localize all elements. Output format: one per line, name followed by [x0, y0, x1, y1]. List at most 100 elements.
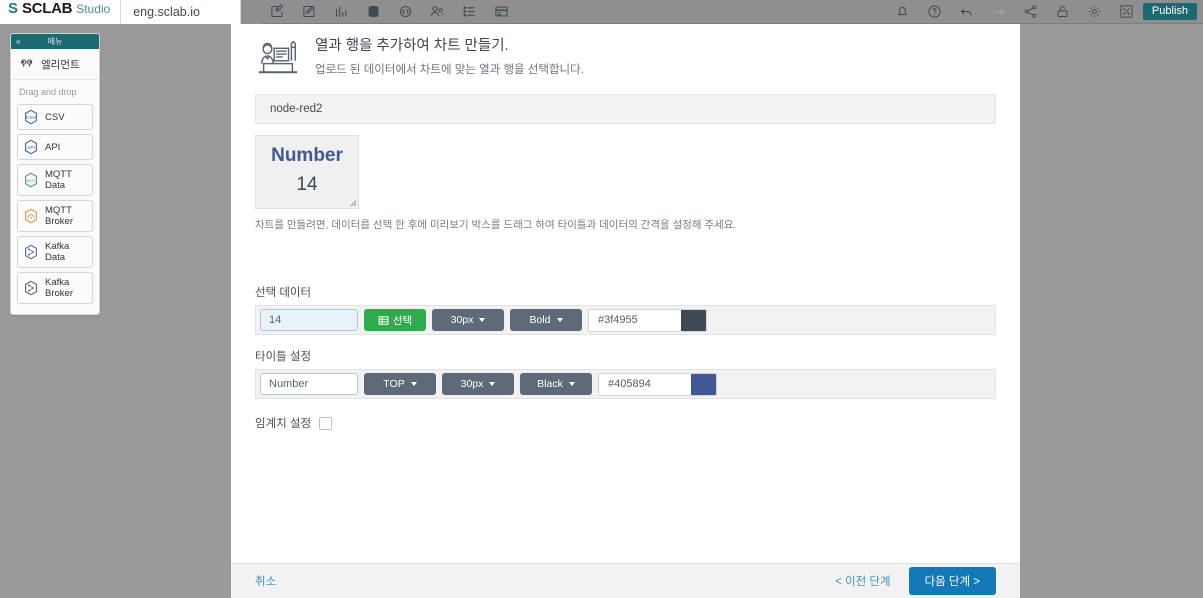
- toolbar-right-icons: Publish: [887, 0, 1203, 24]
- title-position-dropdown[interactable]: TOP: [364, 373, 436, 395]
- title-fontsize-dropdown[interactable]: 30px: [442, 373, 514, 395]
- modal-header: 열과 행을 추가하여 차트 만들기. 업로드 된 데이터에서 차트에 맞는 열과…: [255, 30, 996, 78]
- list-icon[interactable]: [453, 0, 485, 24]
- preview-helper-text: 차트를 만들려면, 데이터를 선택 한 후에 미리보기 박스를 드래그 하여 타…: [255, 219, 737, 231]
- brand-logo[interactable]: S SCLAB Studio: [0, 0, 122, 24]
- toolbar-spacer: [241, 0, 262, 24]
- share-icon[interactable]: [1015, 0, 1047, 24]
- gear-icon[interactable]: [1079, 0, 1111, 24]
- sidebar-title: 메뉴: [47, 37, 63, 46]
- sidebar-item-mqtt-data[interactable]: MQT MQTT Data: [17, 164, 93, 196]
- data-section: 선택 데이터 14 선택 30px Bold #3f4955: [255, 284, 996, 335]
- preview-value-text: 14: [296, 174, 318, 195]
- toolbar-left-icons: [261, 0, 517, 24]
- cancel-button[interactable]: 취소: [255, 573, 276, 589]
- sidebar-item-label: API: [45, 141, 61, 153]
- modal-body: 열과 행을 추가하여 차트 만들기. 업로드 된 데이터에서 차트에 맞는 열과…: [231, 12, 1020, 563]
- data-color-hex[interactable]: #3f4955: [589, 309, 681, 331]
- lock-open-icon[interactable]: [1047, 0, 1079, 24]
- data-fontweight-value: Bold: [529, 314, 551, 326]
- chevron-down-icon: [479, 318, 486, 322]
- modal-title: 열과 행을 추가하여 차트 만들기.: [315, 38, 509, 54]
- site-name[interactable]: eng.sclab.io: [121, 0, 242, 24]
- title-position-value: TOP: [383, 378, 405, 390]
- data-section-label: 선택 데이터: [255, 287, 312, 299]
- undo-icon[interactable]: [951, 0, 983, 24]
- title-fontweight-value: Black: [537, 378, 563, 390]
- sidebar-item-element[interactable]: 엘리먼트: [11, 49, 99, 80]
- sidebar-item-api[interactable]: API API: [17, 134, 93, 160]
- sidebar-item-mqtt-broker[interactable]: MQTT Broker: [17, 200, 93, 232]
- sidebar-item-label: Kafka Broker: [45, 277, 73, 299]
- chart-preview-box[interactable]: Number 14: [255, 135, 359, 209]
- help-icon[interactable]: [919, 0, 951, 24]
- select-data-label: 선택: [392, 314, 413, 327]
- sidebar-header: « 메뉴: [11, 34, 99, 49]
- data-fontweight-dropdown[interactable]: Bold: [510, 309, 582, 331]
- title-fontweight-dropdown[interactable]: Black: [520, 373, 592, 395]
- brand-sub: Studio: [76, 1, 111, 16]
- code-icon[interactable]: [389, 0, 421, 24]
- data-fontsize-value: 30px: [450, 314, 474, 326]
- chart-icon[interactable]: [325, 0, 357, 24]
- layout-icon[interactable]: [485, 0, 517, 24]
- sidebar-item-csv[interactable]: CSV CSV: [17, 104, 93, 130]
- data-section-row: 14 선택 30px Bold #3f4955: [255, 305, 996, 335]
- mqtt-data-badge-icon: MQT: [25, 172, 37, 188]
- threshold-row: 임계치 설정: [255, 415, 996, 431]
- sidebar-item-kafka-broker[interactable]: Kafka Broker: [17, 272, 93, 304]
- bell-icon[interactable]: [887, 0, 919, 24]
- csv-badge-icon: CSV: [25, 109, 37, 125]
- element-icon: [21, 59, 33, 67]
- sheet-name-field[interactable]: node-red2: [255, 94, 996, 124]
- chevron-down-icon: [489, 382, 496, 386]
- previous-step-button[interactable]: < 이전 단계: [835, 573, 890, 589]
- data-color-picker[interactable]: #3f4955: [588, 308, 707, 332]
- preview-title-text: Number: [271, 145, 343, 167]
- sidebar-item-label: Kafka Data: [45, 241, 70, 263]
- dragdrop-label: Drag and drop: [19, 87, 77, 97]
- table-grid-icon: [378, 315, 389, 325]
- left-sidebar: « 메뉴 엘리먼트 Drag and drop CSV CSV API API …: [10, 33, 100, 315]
- title-value-input[interactable]: Number: [260, 373, 358, 395]
- modal-subtitle: 업로드 된 데이터에서 차트에 맞는 열과 행을 선택합니다.: [315, 64, 584, 76]
- api-badge-icon: API: [25, 139, 37, 155]
- title-section-row: Number TOP 30px Black #405894: [255, 369, 996, 399]
- edit-square-icon[interactable]: [261, 0, 293, 24]
- modal-header-text: 열과 행을 추가하여 차트 만들기. 업로드 된 데이터에서 차트에 맞는 열과…: [315, 30, 584, 77]
- threshold-label: 임계치 설정: [255, 418, 312, 430]
- edit-pen-icon[interactable]: [293, 0, 325, 24]
- mqtt-broker-badge-icon: [25, 208, 37, 224]
- publish-button[interactable]: Publish: [1142, 3, 1197, 20]
- sidebar-item-label: MQTT Data: [45, 169, 72, 191]
- fullscreen-icon[interactable]: [1111, 0, 1143, 24]
- svg-text:API: API: [27, 145, 35, 150]
- brand-name: SCLAB: [22, 0, 73, 17]
- person-at-desk-icon: [258, 40, 298, 74]
- resize-handle-icon[interactable]: [348, 198, 357, 207]
- users-icon[interactable]: [421, 0, 453, 24]
- svg-text:CSV: CSV: [26, 115, 36, 120]
- sidebar-item-label: MQTT Broker: [45, 205, 73, 227]
- kafka-broker-badge-icon: [25, 280, 37, 296]
- database-icon[interactable]: [357, 0, 389, 24]
- select-data-button[interactable]: 선택: [364, 309, 426, 331]
- sidebar-item-kafka-data[interactable]: Kafka Data: [17, 236, 93, 268]
- redo-icon[interactable]: [983, 0, 1015, 24]
- data-color-swatch[interactable]: [681, 309, 706, 331]
- top-toolbar: S SCLAB Studio eng.sclab.io Publish: [0, 0, 1203, 24]
- title-color-hex[interactable]: #405894: [599, 373, 691, 395]
- sidebar-item-label: CSV: [45, 111, 65, 123]
- title-fontsize-value: 30px: [460, 378, 484, 390]
- kafka-data-badge-icon: [25, 244, 37, 260]
- threshold-checkbox[interactable]: [319, 416, 333, 430]
- data-fontsize-dropdown[interactable]: 30px: [432, 309, 504, 331]
- title-color-picker[interactable]: #405894: [598, 372, 717, 396]
- title-section: 타이틀 설정 Number TOP 30px Black #405894: [255, 348, 996, 399]
- chevron-down-icon: [556, 318, 563, 322]
- data-value-input[interactable]: 14: [260, 309, 358, 331]
- chevron-down-icon: [568, 382, 575, 386]
- title-color-swatch[interactable]: [691, 373, 716, 395]
- modal-footer: 취소 < 이전 단계 다음 단계 >: [231, 563, 1020, 598]
- next-step-button[interactable]: 다음 단계 >: [908, 567, 996, 595]
